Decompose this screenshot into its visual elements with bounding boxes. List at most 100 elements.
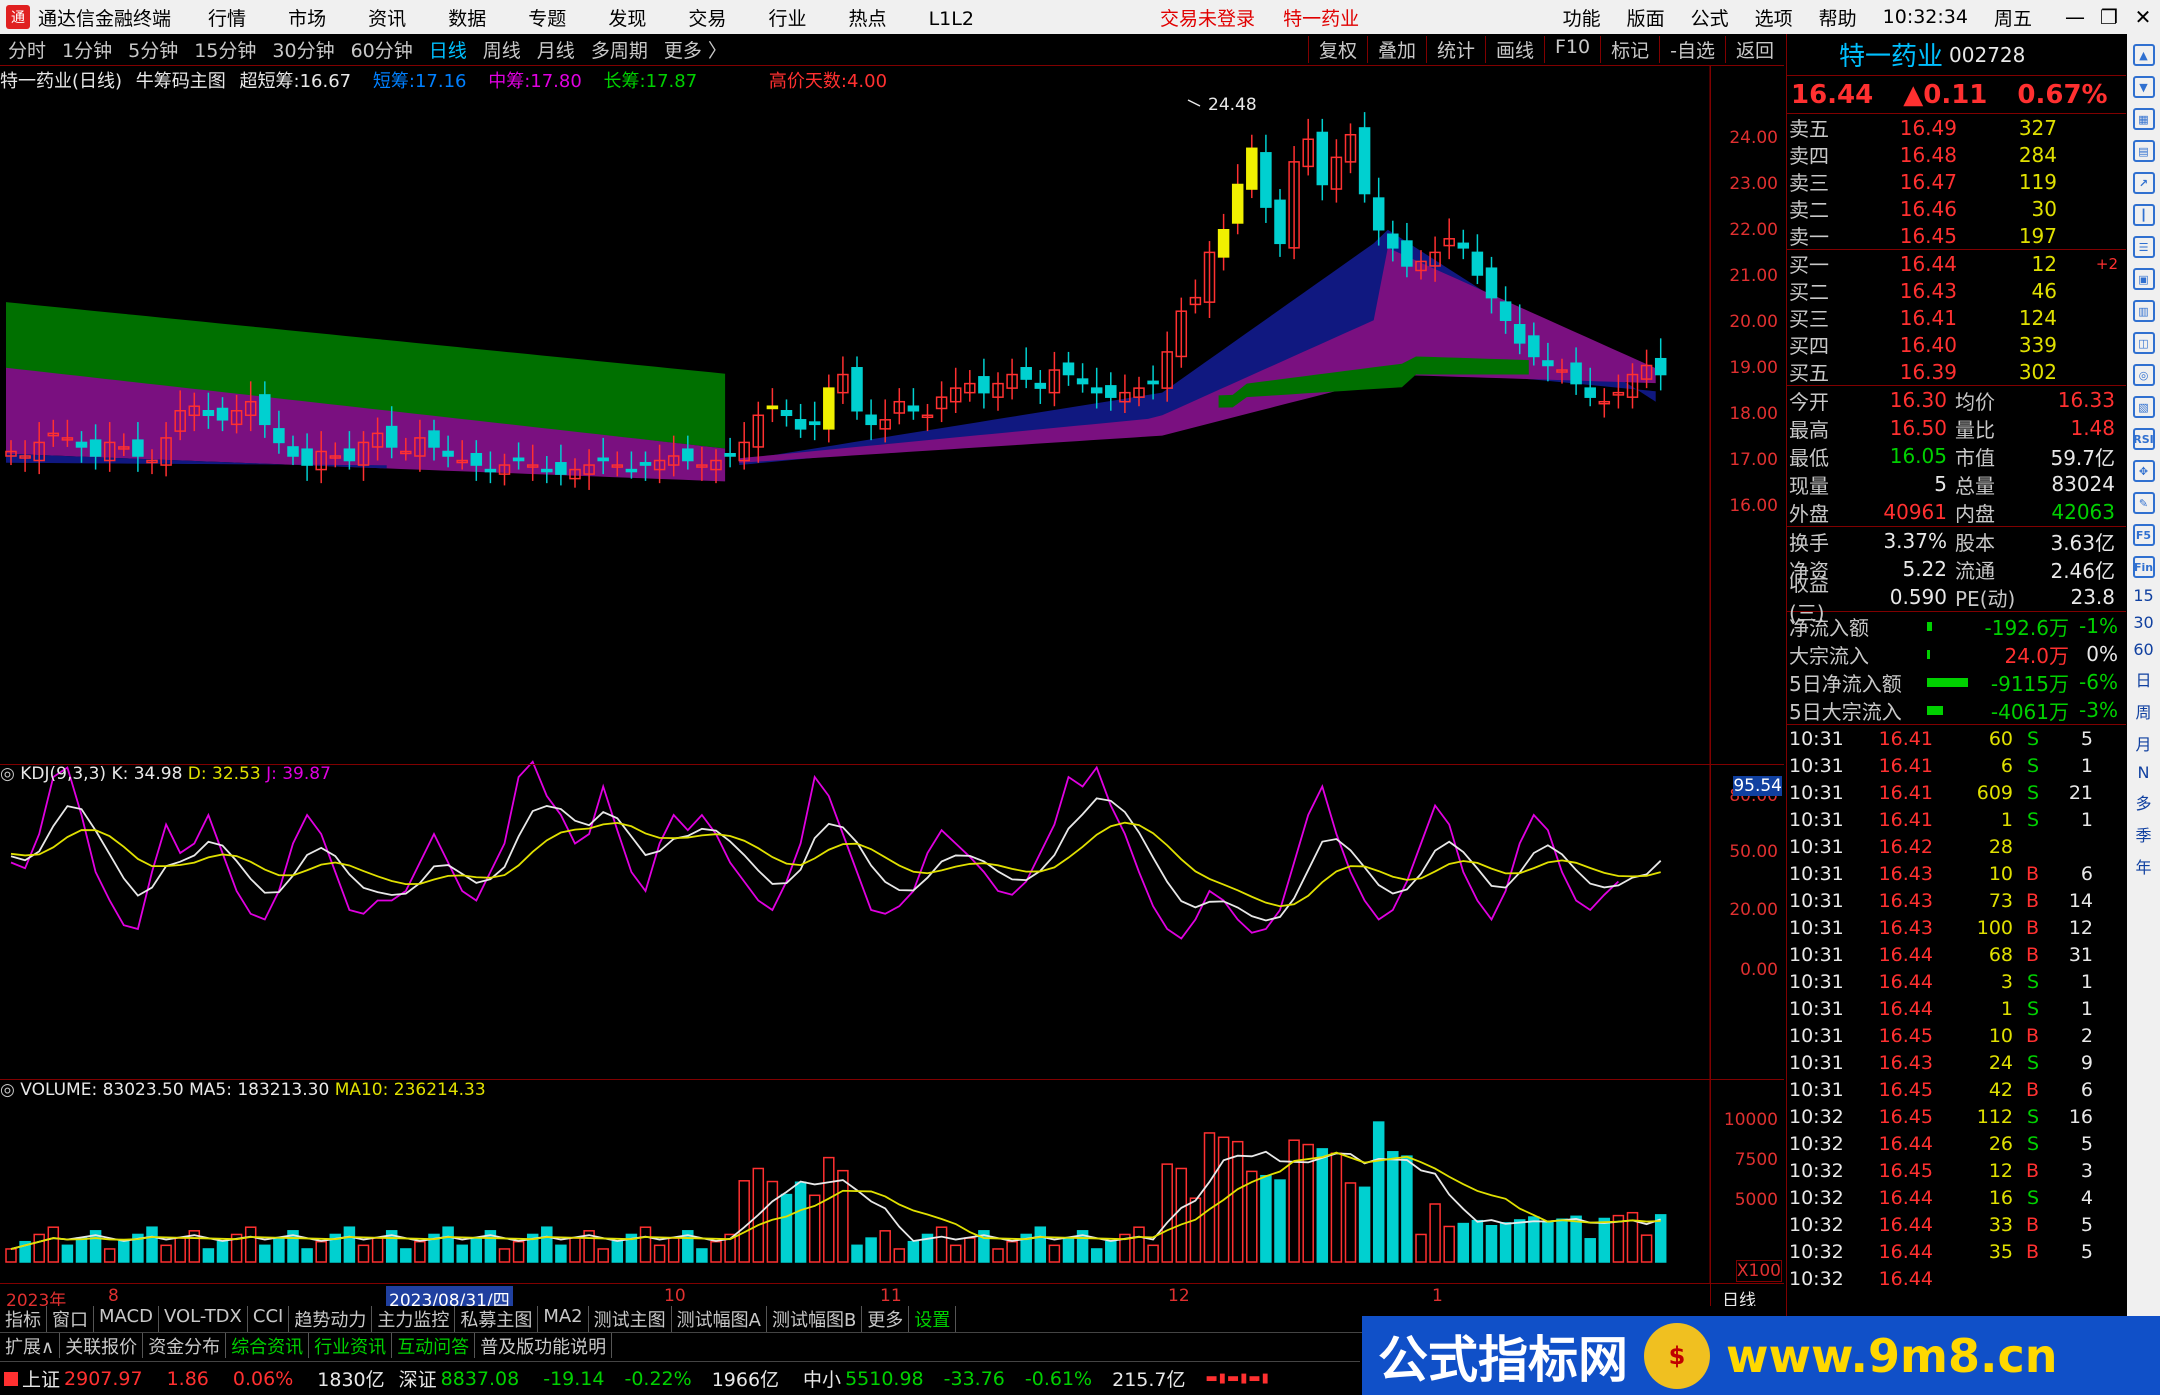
zx-label[interactable]: 中小 xyxy=(803,1365,841,1392)
extension-tab[interactable]: 综合资讯 xyxy=(226,1333,310,1358)
indicator-tab[interactable]: VOL-TDX xyxy=(159,1306,248,1332)
period-tab[interactable]: 更多 〉 xyxy=(664,40,727,62)
minimize-icon[interactable]: — xyxy=(2058,5,2092,29)
ask-row[interactable]: 卖五 16.49 327 xyxy=(1787,114,2126,142)
menu-function[interactable]: 功能 xyxy=(1563,4,1601,31)
indicator-tab[interactable]: 测试幅图B xyxy=(767,1306,863,1332)
chart-icon[interactable]: ▤ xyxy=(2132,140,2155,162)
tick-list[interactable]: 10:31 16.41 60 S 5 10:31 16.41 6 S 1 10:31 16.41 609… xyxy=(1787,725,2126,1292)
extension-tab[interactable]: 扩展∧ xyxy=(0,1333,61,1358)
period-week[interactable]: 周 xyxy=(2135,699,2151,723)
period-tab[interactable]: 月线 xyxy=(537,40,575,62)
period-30[interactable]: 30 xyxy=(2133,613,2153,632)
menu-item-news[interactable]: 资讯 xyxy=(368,8,406,30)
period-tab[interactable]: 周线 xyxy=(483,40,521,62)
chart-tool-button[interactable]: F10 xyxy=(1544,36,1600,63)
bid-row[interactable]: 买三 16.41 124 xyxy=(1787,304,2126,332)
indicator-tab[interactable]: 测试主图 xyxy=(589,1306,672,1332)
menu-options[interactable]: 选项 xyxy=(1755,4,1793,31)
ask-row[interactable]: 卖三 16.47 119 xyxy=(1787,168,2126,196)
extension-tab[interactable]: 互动问答 xyxy=(392,1333,476,1358)
period-tab[interactable]: 1分钟 xyxy=(62,40,112,62)
bid-row[interactable]: 买一 16.44 12 +2 xyxy=(1787,250,2126,278)
period-day[interactable]: 日 xyxy=(2135,667,2151,691)
document-icon[interactable]: ▣ xyxy=(2132,268,2155,290)
period-tab[interactable]: 60分钟 xyxy=(351,40,413,62)
up-arrow-icon[interactable]: ▲ xyxy=(2132,44,2155,66)
fin-icon[interactable]: Fin xyxy=(2132,556,2155,578)
menu-item-topics[interactable]: 专题 xyxy=(528,8,566,30)
period-tab[interactable]: 日线 xyxy=(429,40,467,62)
indicator-tab[interactable]: MACD xyxy=(94,1306,159,1332)
menu-item-l1l2[interactable]: L1L2 xyxy=(929,8,974,30)
ask-row[interactable]: 卖一 16.45 197 xyxy=(1787,222,2126,250)
period-15[interactable]: 15 xyxy=(2133,586,2153,605)
login-status[interactable]: 交易未登录 xyxy=(1160,8,1255,30)
ask-row[interactable]: 卖四 16.48 284 xyxy=(1787,141,2126,169)
indicator-tab[interactable]: MA2 xyxy=(538,1306,589,1332)
down-arrow-icon[interactable]: ▼ xyxy=(2132,76,2155,98)
menu-item-trade[interactable]: 交易 xyxy=(688,8,726,30)
quote-stock-name[interactable]: 特一药业 xyxy=(1839,36,1943,73)
ask-row[interactable]: 卖二 16.46 30 xyxy=(1787,195,2126,223)
target-icon[interactable]: ◎ xyxy=(2132,364,2155,386)
extension-tab[interactable]: 关联报价 xyxy=(60,1333,144,1358)
market-breadth-icon[interactable]: ▬▮▬▮▬▮ xyxy=(1206,1371,1270,1386)
indicator-tab[interactable]: 私募主图 xyxy=(455,1306,539,1332)
chart-tool-button[interactable]: 叠加 xyxy=(1366,36,1426,63)
chart-tool-button[interactable]: 返回 xyxy=(1724,36,1784,63)
indicator-tab[interactable]: 趋势动力 xyxy=(289,1306,373,1332)
chart-tool-button[interactable]: 画线 xyxy=(1484,36,1544,63)
f5-icon[interactable]: F5 xyxy=(2132,524,2155,546)
indicator-tab[interactable]: 测试幅图A xyxy=(672,1306,767,1332)
chart-tool-button[interactable]: -自选 xyxy=(1659,36,1725,63)
close-icon[interactable]: ✕ xyxy=(2126,5,2160,29)
candle-icon[interactable]: ┃ xyxy=(2132,204,2155,226)
chart-tool-button[interactable]: 复权 xyxy=(1307,36,1367,63)
menu-item-industry[interactable]: 行业 xyxy=(768,8,806,30)
extension-tab[interactable]: 普及版功能说明 xyxy=(475,1333,613,1358)
indicator-tab[interactable]: CCI xyxy=(248,1306,290,1332)
bid-row[interactable]: 买五 16.39 302 xyxy=(1787,358,2126,386)
menu-item-discover[interactable]: 发现 xyxy=(608,8,646,30)
period-year[interactable]: 年 xyxy=(2135,854,2151,878)
indicator-tab[interactable]: 更多 xyxy=(862,1306,910,1332)
sz-label[interactable]: 深证 xyxy=(399,1365,437,1392)
indicator-tab[interactable]: 主力监控 xyxy=(372,1306,456,1332)
period-month[interactable]: 月 xyxy=(2135,731,2151,755)
pen-icon[interactable]: ✎ xyxy=(2132,492,2155,514)
rsi-icon[interactable]: RSI xyxy=(2132,428,2155,450)
kdj-title[interactable]: KDJ(9,3,3) xyxy=(20,764,106,784)
table-icon[interactable]: ▥ xyxy=(2132,300,2155,322)
indicator-tab[interactable]: 指标 xyxy=(0,1306,47,1332)
period-multi[interactable]: 多 xyxy=(2135,790,2151,814)
collapse-icon[interactable]: ◎ xyxy=(0,1080,15,1100)
restore-icon[interactable]: ❐ xyxy=(2092,5,2126,29)
menu-layout[interactable]: 版面 xyxy=(1627,4,1665,31)
period-n[interactable]: N xyxy=(2138,763,2150,782)
indicator-tab[interactable]: 设置 xyxy=(909,1306,957,1332)
line-chart-icon[interactable]: ↗ xyxy=(2132,172,2155,194)
period-tab[interactable]: 5分钟 xyxy=(128,40,178,62)
extension-tab[interactable]: 行业资讯 xyxy=(309,1333,393,1358)
menu-formula[interactable]: 公式 xyxy=(1691,4,1729,31)
chart-tool-button[interactable]: 统计 xyxy=(1425,36,1485,63)
menu-item-market[interactable]: 市场 xyxy=(288,8,326,30)
stock-chart-canvas[interactable]: 24.48 xyxy=(0,66,1710,1284)
volume-title[interactable]: VOLUME: 83023.50 xyxy=(20,1080,183,1100)
move-icon[interactable]: ✥ xyxy=(2132,460,2155,482)
period-quarter[interactable]: 季 xyxy=(2135,822,2151,846)
extension-tab[interactable]: 资金分布 xyxy=(143,1333,227,1358)
bid-row[interactable]: 买二 16.43 46 xyxy=(1787,277,2126,305)
layers-icon[interactable]: ▧ xyxy=(2132,396,2155,418)
bid-row[interactable]: 买四 16.40 339 xyxy=(1787,331,2126,359)
period-tab[interactable]: 15分钟 xyxy=(194,40,256,62)
menu-help[interactable]: 帮助 xyxy=(1819,4,1857,31)
menu-item-hot[interactable]: 热点 xyxy=(849,8,887,30)
menu-item-data[interactable]: 数据 xyxy=(448,8,486,30)
sh-label[interactable]: 上证 xyxy=(22,1365,60,1392)
period-60[interactable]: 60 xyxy=(2133,640,2153,659)
period-tab[interactable]: 30分钟 xyxy=(272,40,334,62)
grid-icon[interactable]: ▦ xyxy=(2132,108,2155,130)
menu-item-quotes[interactable]: 行情 xyxy=(208,8,246,30)
